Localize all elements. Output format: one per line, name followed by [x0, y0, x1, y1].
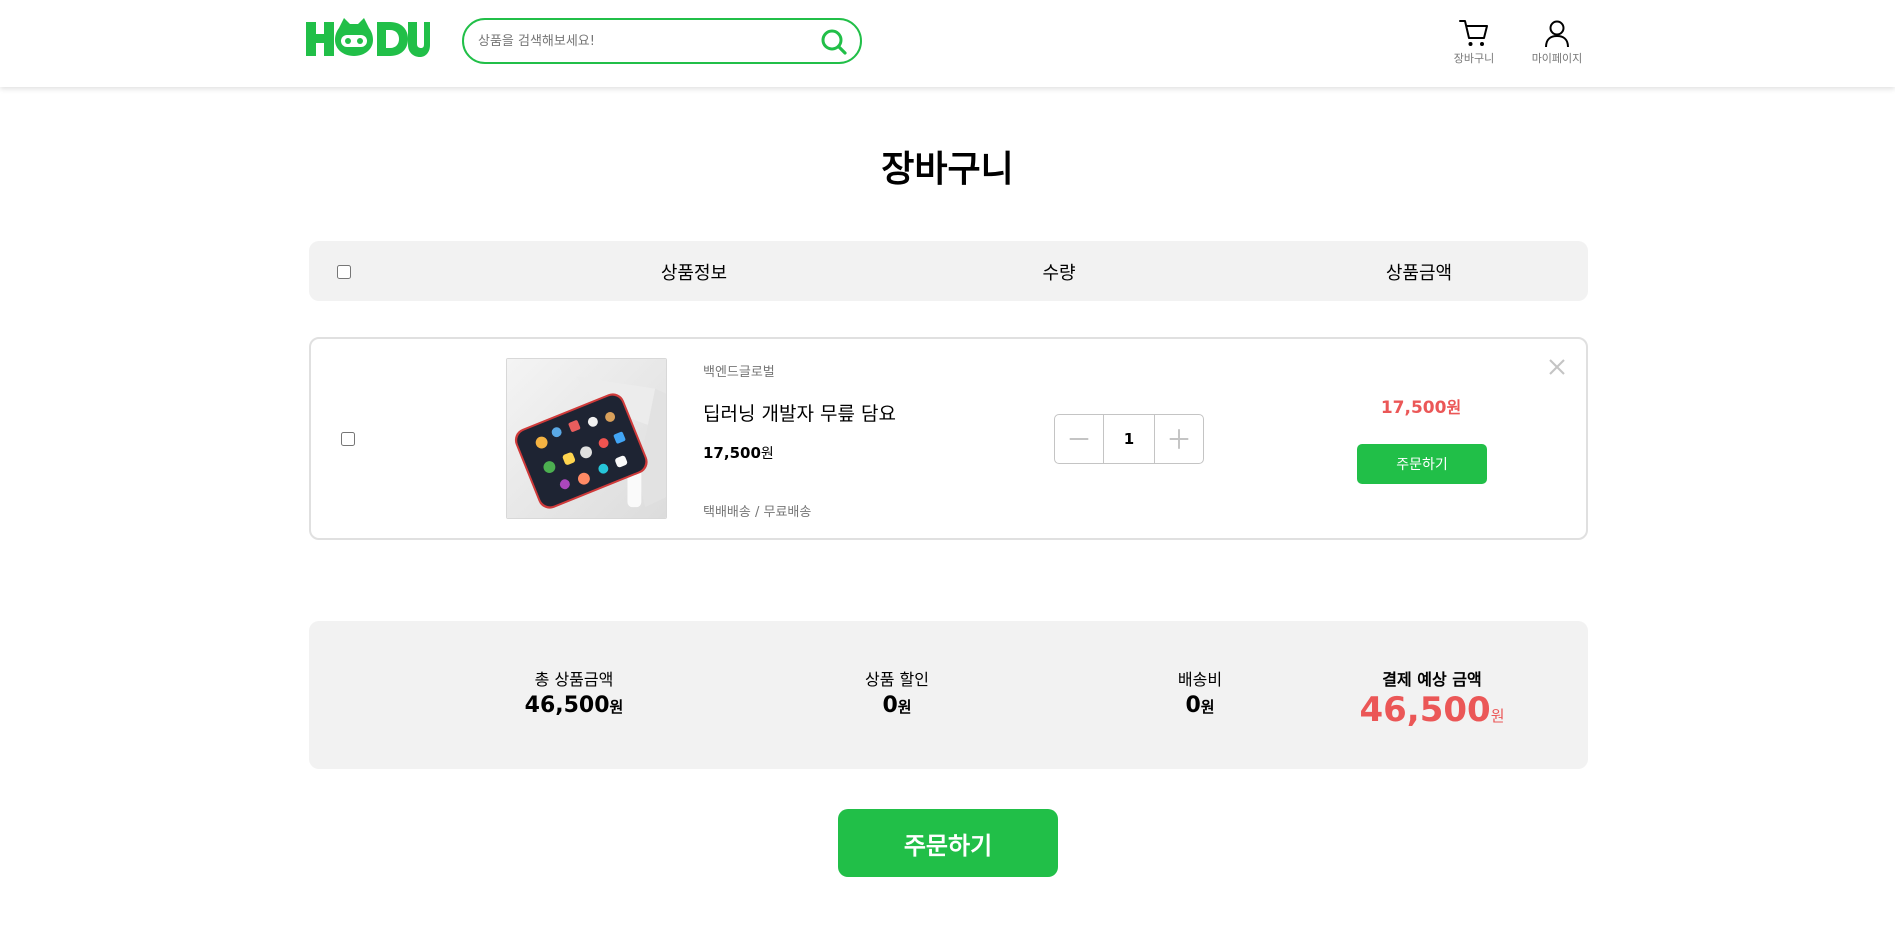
item-total-currency: 원 [1446, 398, 1462, 417]
item-order-button[interactable]: 주문하기 [1357, 444, 1487, 484]
summary-payment-amount: 46,500원 [1332, 690, 1532, 730]
summary-shipping: 배송비 0원 [1100, 666, 1300, 718]
order-button[interactable]: 주문하기 [838, 809, 1058, 877]
search-icon[interactable] [820, 28, 848, 56]
summary-payment-currency: 원 [1490, 707, 1505, 725]
cart-column-header: 상품정보 수량 상품금액 [309, 241, 1588, 301]
close-icon[interactable] [1547, 357, 1567, 377]
item-seller: 백엔드글로벌 [703, 365, 775, 380]
quantity-stepper [1054, 414, 1204, 464]
cart-link[interactable]: 장바구니 [1442, 17, 1506, 67]
hodu-logo[interactable] [306, 18, 432, 58]
summary-total-value: 46,500 [524, 693, 610, 718]
summary-shipping-label: 배송비 [1177, 670, 1223, 689]
search-bar [462, 18, 862, 64]
column-price: 상품금액 [1385, 263, 1453, 284]
search-input[interactable] [478, 20, 808, 62]
plus-icon[interactable] [1154, 415, 1203, 463]
summary-total-amount: 46,500원 [474, 693, 674, 718]
quantity-input[interactable] [1104, 415, 1154, 463]
column-product-info: 상품정보 [660, 263, 728, 284]
item-total-price: 17,500원 [1331, 394, 1511, 418]
summary-shipping-currency: 원 [1200, 698, 1215, 716]
order-summary: 총 상품금액 46,500원 상품 할인 0원 배송비 0원 결제 예상 금액 … [309, 621, 1588, 769]
summary-total-currency: 원 [609, 698, 624, 716]
summary-discount-amount: 0원 [797, 693, 997, 718]
user-icon [1545, 20, 1569, 48]
item-unit-price-value: 17,500 [703, 444, 761, 462]
summary-discount-label: 상품 할인 [865, 670, 929, 689]
summary-discount: 상품 할인 0원 [797, 666, 997, 718]
cart-label: 장바구니 [1453, 52, 1495, 65]
site-header: 장바구니 마이페이지 [0, 0, 1895, 87]
cart-item: 백엔드글로벌 딥러닝 개발자 무릎 담요 17,500원 택배배송 / 무료배송… [309, 337, 1588, 540]
item-total-price-value: 17,500 [1380, 398, 1447, 418]
product-image[interactable] [506, 358, 667, 519]
item-checkbox[interactable] [341, 432, 355, 446]
item-shipping: 택배배송 / 무료배송 [703, 505, 812, 520]
summary-total: 총 상품금액 46,500원 [474, 666, 674, 718]
summary-discount-currency: 원 [897, 698, 912, 716]
summary-shipping-amount: 0원 [1100, 693, 1300, 718]
cart-icon [1459, 20, 1488, 46]
item-name[interactable]: 딥러닝 개발자 무릎 담요 [703, 399, 896, 426]
column-quantity: 수량 [1042, 263, 1076, 284]
select-all-checkbox[interactable] [337, 265, 351, 279]
mypage-link[interactable]: 마이페이지 [1525, 17, 1589, 67]
summary-payment: 결제 예상 금액 46,500원 [1332, 666, 1532, 730]
page-title: 장바구니 [881, 149, 1014, 190]
item-unit-currency: 원 [760, 446, 774, 462]
mypage-label: 마이페이지 [1531, 52, 1583, 65]
minus-icon[interactable] [1055, 415, 1104, 463]
summary-total-label: 총 상품금액 [534, 670, 614, 689]
summary-payment-label: 결제 예상 금액 [1382, 670, 1482, 689]
summary-payment-value: 46,500 [1359, 690, 1491, 730]
summary-shipping-value: 0 [1185, 693, 1201, 718]
summary-discount-value: 0 [882, 693, 898, 718]
item-unit-price: 17,500원 [703, 443, 774, 463]
